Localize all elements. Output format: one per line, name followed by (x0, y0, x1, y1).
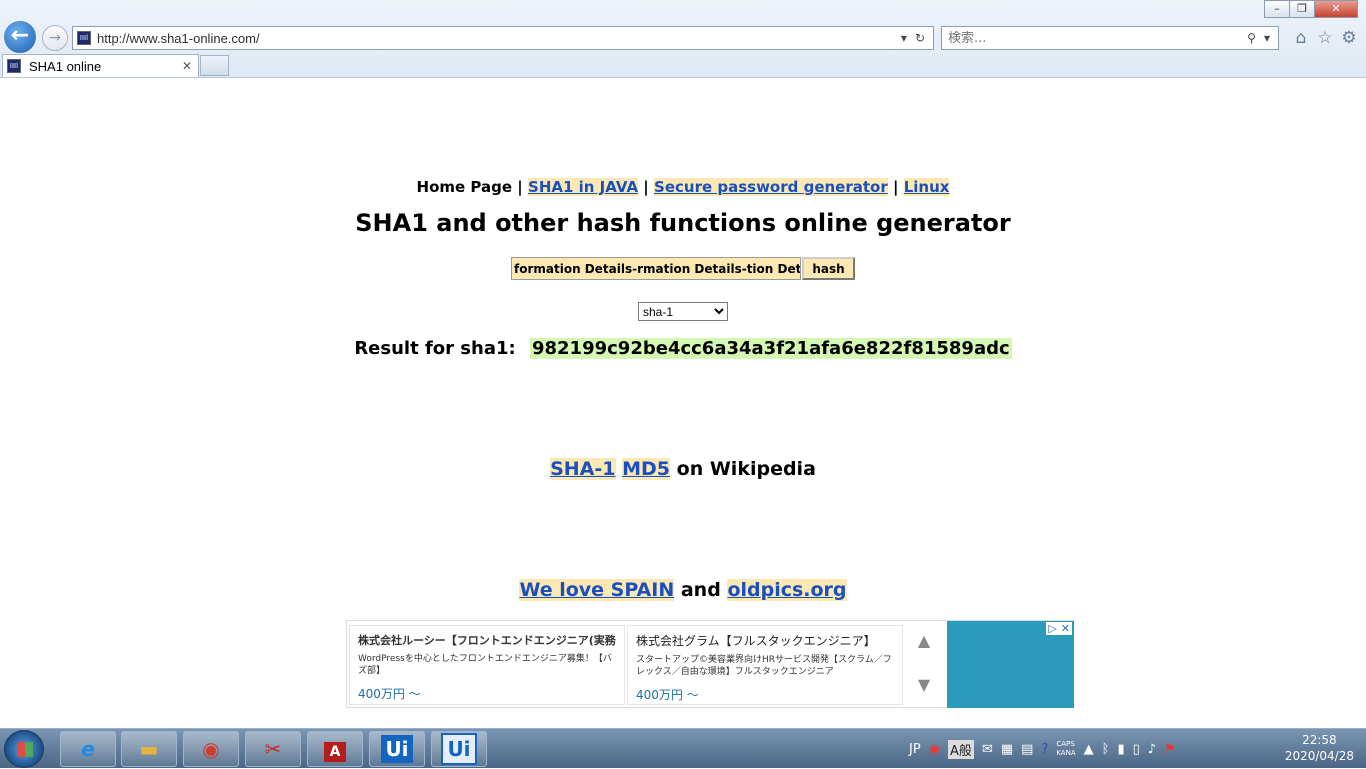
algorithm-select[interactable]: sha-1 (638, 302, 728, 321)
nav-separator: | (643, 178, 649, 196)
home-icon[interactable]: ⌂ (1291, 28, 1311, 48)
search-dropdown-icon[interactable]: ▾ (1264, 31, 1270, 45)
acrobat-logo-icon: A (323, 742, 347, 762)
tab-sha1-online[interactable]: IIIl SHA1 online ✕ (2, 54, 199, 77)
address-bar[interactable]: IIIl http://www.sha1-online.com/ ▾ ↻ (72, 26, 934, 50)
taskbar-acrobat-icon[interactable]: A (307, 731, 363, 767)
tray-app-icon[interactable]: ◉ (929, 742, 940, 757)
hash-text-input[interactable] (511, 257, 801, 280)
wikipedia-row: SHA-1 MD5 on Wikipedia (0, 458, 1366, 480)
browser-chrome: – ❐ ✕ ← → IIIl http://www.sha1-online.co… (0, 0, 1366, 78)
caps-kana-indicator: CAPS KANA (1056, 740, 1075, 758)
help-icon[interactable]: ? (1041, 742, 1048, 757)
clock-time: 22:58 (1302, 733, 1337, 747)
signal-icon[interactable]: ▮ (1117, 742, 1124, 757)
ad-description: WordPressを中心としたフロントエンドエンジニア募集！【バズ部】 (358, 654, 612, 676)
site-favicon-icon: IIIl (77, 31, 91, 45)
taskbar-chrome-icon[interactable]: ◉ (183, 731, 239, 767)
uipath-logo-icon: Ui (381, 735, 413, 763)
back-button[interactable]: ← (2, 19, 38, 55)
new-tab-button[interactable] (200, 55, 229, 76)
promo-row: We love SPAIN and oldpics.org (0, 579, 1366, 601)
ime-mode-indicator[interactable]: A般 (948, 739, 974, 759)
md5-wikipedia-link[interactable]: MD5 (622, 458, 671, 480)
favorites-star-icon[interactable]: ☆ (1315, 28, 1335, 48)
taskbar-explorer-icon[interactable]: ▬ (121, 731, 177, 767)
tab-close-icon[interactable]: ✕ (182, 59, 192, 73)
search-input[interactable] (942, 30, 1248, 46)
clock-date: 2020/04/28 (1284, 749, 1354, 763)
ad-choices-icon[interactable]: ▷ (1046, 622, 1058, 635)
ime-tool-icon[interactable]: ✉ (982, 742, 993, 757)
ad-title[interactable]: 株式会社グラム【フルスタックエンジニア】 (636, 632, 894, 649)
result-hash-value: 982199c92be4cc6a34a3f21afa6e822f81589adc (529, 338, 1012, 359)
ad-card[interactable]: 株式会社ルーシー【フロントエンドエンジニア(実務不問)】 WordPressを中… (349, 625, 625, 705)
window-controls: – ❐ ✕ (1264, 0, 1358, 18)
ad-description: スタートアップ©美容業界向けHRサービス開発【スクラム／フレックス／自由な環境】… (636, 655, 892, 677)
we-love-spain-link[interactable]: We love SPAIN (519, 579, 675, 601)
nav-link-sha1-java[interactable]: SHA1 in JAVA (528, 178, 639, 196)
nav-home-text: Home Page (416, 178, 513, 196)
result-label: Result for sha1: (354, 338, 516, 359)
address-dropdown-icon[interactable]: ▾ (901, 31, 907, 45)
close-window-button[interactable]: ✕ (1314, 0, 1358, 18)
nav-separator: | (517, 178, 523, 196)
caps-label: CAPS (1056, 740, 1075, 748)
promo-and-text: and (680, 579, 721, 601)
nav-separator: | (892, 178, 899, 196)
wikipedia-suffix: on Wikipedia (676, 458, 816, 480)
ad-close-icon[interactable]: ✕ (1059, 622, 1072, 635)
ime-dictionary-icon[interactable]: ▤ (1021, 742, 1033, 757)
taskbar-snipping-icon[interactable]: ✂ (245, 731, 301, 767)
clock[interactable]: 22:58 2020/04/28 (1285, 732, 1354, 764)
forward-button[interactable]: → (42, 25, 68, 51)
tab-title: SHA1 online (29, 58, 102, 74)
ad-price: 400万円 〜 (636, 688, 699, 702)
page-title: SHA1 and other hash functions online gen… (355, 209, 1011, 237)
ad-title[interactable]: 株式会社ルーシー【フロントエンドエンジニア(実務不問)】 (358, 632, 616, 648)
taskbar: e ▬ ◉ ✂ A Ui Ui JP ◉ A般 ✉ ▦ ▤ ? CAPS KAN… (0, 728, 1366, 768)
start-button[interactable] (4, 730, 44, 768)
taskbar-uipath-icon[interactable]: Ui (369, 731, 425, 767)
tab-favicon-icon: IIIl (7, 59, 21, 73)
usb-icon[interactable]: ▯ (1133, 742, 1140, 757)
oldpics-link[interactable]: oldpics.org (727, 579, 847, 601)
ad-banner[interactable]: 株式会社ルーシー【フロントエンドエンジニア(実務不問)】 WordPressを中… (346, 620, 1074, 708)
search-icon[interactable]: ⚲ (1247, 31, 1256, 45)
taskbar-uipath-studio-icon[interactable]: Ui (431, 731, 487, 767)
ad-scroll-up-icon[interactable]: ▲ (913, 631, 935, 650)
hash-button[interactable]: hash (802, 257, 855, 280)
settings-gear-icon[interactable]: ⚙ (1339, 28, 1359, 48)
ime-pad-icon[interactable]: ▦ (1001, 742, 1013, 757)
taskbar-ie-icon[interactable]: e (60, 731, 116, 767)
restore-button[interactable]: ❐ (1289, 0, 1315, 18)
sha1-wikipedia-link[interactable]: SHA-1 (550, 458, 616, 480)
hash-form: hash (511, 257, 855, 280)
ad-image[interactable]: ▷ ✕ (947, 621, 1074, 708)
search-box[interactable]: ⚲ ▾ (941, 26, 1279, 50)
kana-label: KANA (1056, 749, 1076, 757)
show-hidden-icons-icon[interactable]: ▲ (1084, 742, 1094, 757)
top-nav: Home Page | SHA1 in JAVA | Secure passwo… (0, 178, 1366, 196)
network-icon[interactable]: ⚑ (1164, 742, 1176, 757)
arrow-left-icon: ← (10, 23, 30, 48)
nav-link-linux[interactable]: Linux (903, 178, 950, 196)
web-page: Home Page | SHA1 in JAVA | Secure passwo… (0, 78, 1366, 728)
arrow-right-icon: → (49, 30, 61, 46)
bluetooth-icon[interactable]: ᛒ (1102, 742, 1110, 757)
system-tray: JP ◉ A般 ✉ ▦ ▤ ? CAPS KANA ▲ ᛒ ▮ ▯ ♪ ⚑ (905, 729, 1180, 769)
url-text[interactable]: http://www.sha1-online.com/ (97, 31, 901, 46)
nav-link-password-generator[interactable]: Secure password generator (654, 178, 888, 196)
volume-icon[interactable]: ♪ (1148, 742, 1156, 757)
minimize-button[interactable]: – (1264, 0, 1290, 18)
ad-scroll-down-icon[interactable]: ▼ (913, 675, 935, 694)
uipath-studio-logo-icon: Ui (441, 733, 477, 765)
language-indicator[interactable]: JP (909, 742, 921, 757)
result-row: Result for sha1: 982199c92be4cc6a34a3f21… (0, 338, 1366, 359)
ad-card[interactable]: 株式会社グラム【フルスタックエンジニア】 スタートアップ©美容業界向けHRサービ… (627, 625, 903, 705)
refresh-icon[interactable]: ↻ (915, 31, 925, 45)
ad-choices[interactable]: ▷ ✕ (1046, 622, 1072, 635)
ad-price: 400万円 〜 (358, 687, 421, 701)
